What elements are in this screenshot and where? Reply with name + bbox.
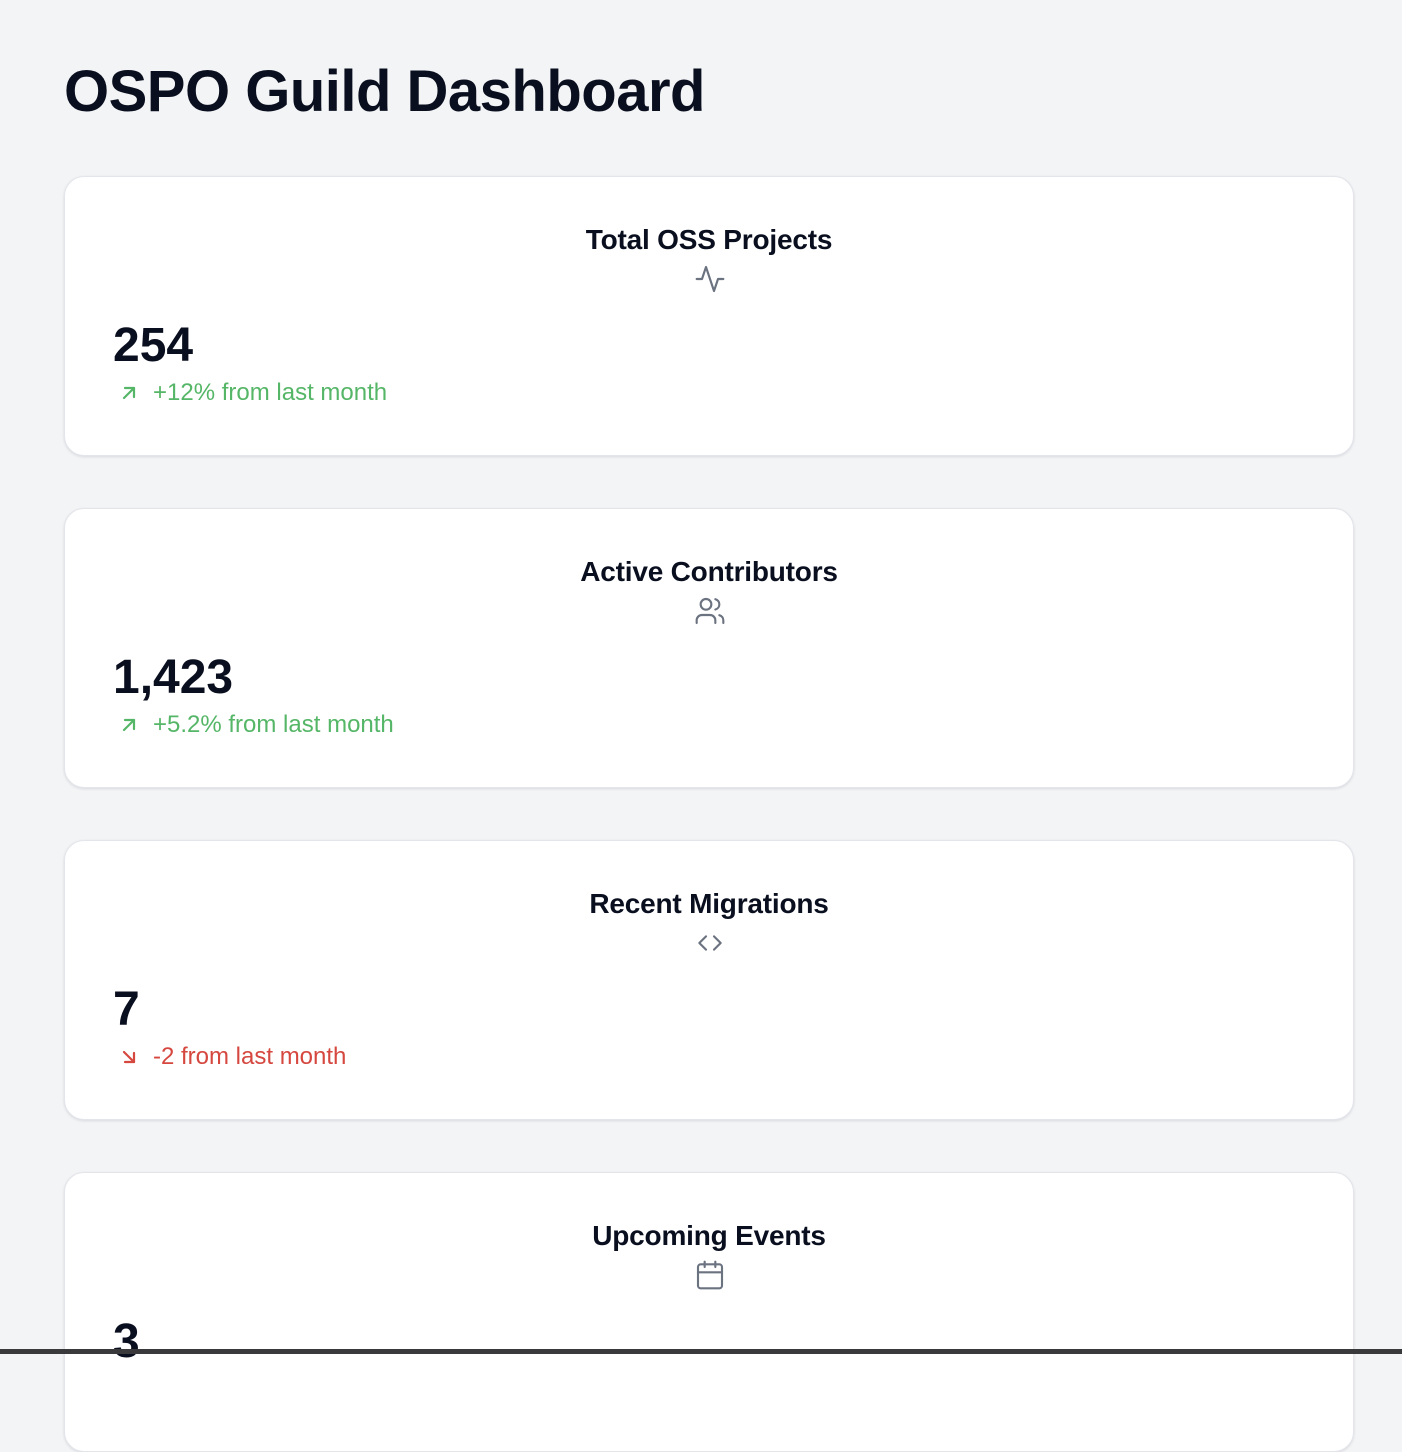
calendar-icon xyxy=(694,1259,726,1291)
page-title: OSPO Guild Dashboard xyxy=(64,59,705,124)
stat-value: 1,423 xyxy=(113,651,234,704)
stat-change-text: -2 from last month xyxy=(153,1043,347,1070)
stat-card-active-contributors: Active Contributors 1,423 +5.2% from las… xyxy=(64,508,1354,788)
stat-value: 7 xyxy=(113,983,140,1036)
card-title: Recent Migrations xyxy=(589,888,829,919)
stat-card-upcoming-events: Upcoming Events 3 xyxy=(64,1172,1354,1452)
stat-change: +12% from last month xyxy=(117,377,387,409)
code-icon xyxy=(694,927,726,959)
stat-change: -2 from last month xyxy=(117,1041,346,1073)
window-bottom-edge xyxy=(0,1349,1402,1354)
card-title: Upcoming Events xyxy=(592,1220,826,1251)
arrow-down-right-icon xyxy=(117,1045,141,1069)
stat-change-text: +12% from last month xyxy=(153,379,388,406)
stat-change-text: +5.2% from last month xyxy=(153,711,394,738)
stat-card-total-oss-projects: Total OSS Projects 254 +12% from last mo… xyxy=(64,176,1354,456)
arrow-up-right-icon xyxy=(117,381,141,405)
stat-card-recent-migrations: Recent Migrations 7 -2 from last month xyxy=(64,840,1354,1120)
card-title: Total OSS Projects xyxy=(585,224,833,255)
stat-value: 3 xyxy=(113,1315,140,1368)
activity-icon xyxy=(694,263,726,295)
stat-change: +5.2% from last month xyxy=(117,709,394,741)
card-title: Active Contributors xyxy=(580,556,838,587)
stat-value: 254 xyxy=(113,319,194,372)
users-icon xyxy=(694,595,726,627)
arrow-up-right-icon xyxy=(117,713,141,737)
